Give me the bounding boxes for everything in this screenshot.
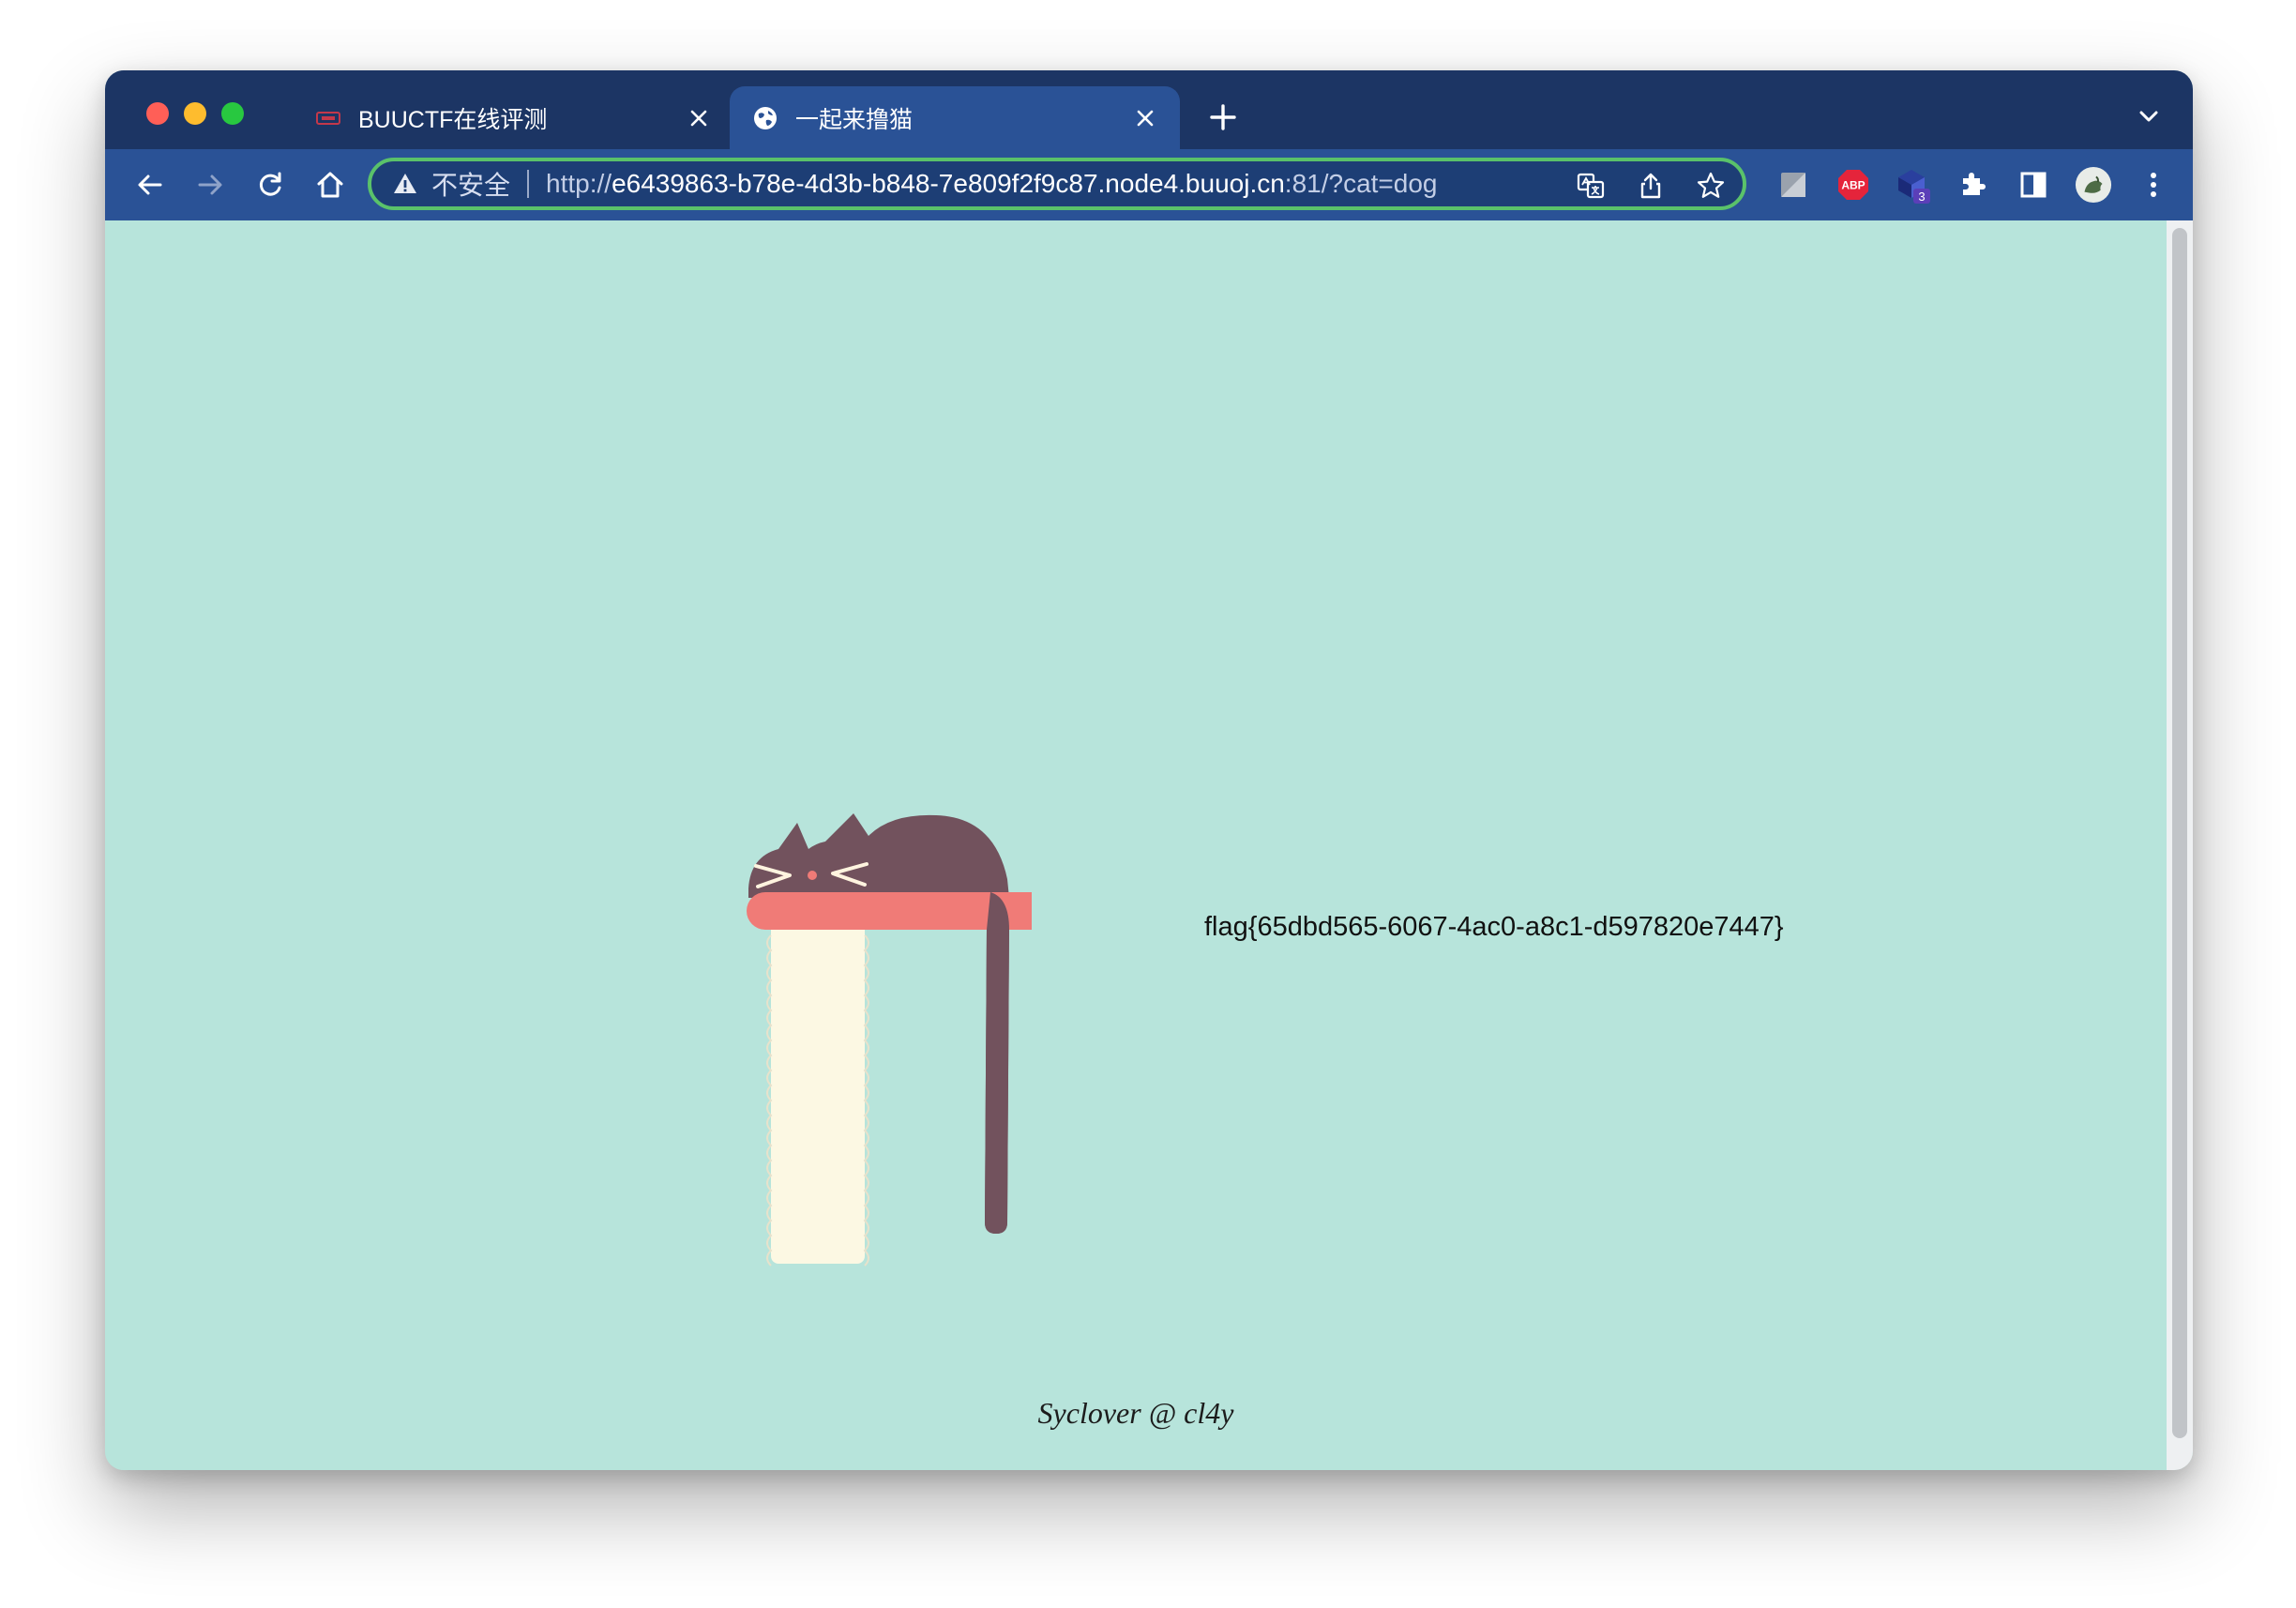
close-tab-icon[interactable] <box>1131 104 1159 132</box>
close-window-button[interactable] <box>146 102 169 125</box>
page-viewport: flag{65dbd565-6067-4ac0-a8c1-d597820e744… <box>105 220 2167 1470</box>
side-panel-icon[interactable] <box>2015 166 2052 204</box>
url-text[interactable]: http://e6439863-b78e-4d3b-b848-7e809f2f9… <box>546 169 1437 199</box>
extension-cube-icon[interactable]: 3 <box>1895 166 1932 204</box>
warning-triangle-icon[interactable] <box>392 171 418 197</box>
forward-arrow-icon[interactable] <box>191 166 229 204</box>
tab-title: 一起来撸猫 <box>795 106 914 133</box>
minimize-window-button[interactable] <box>184 102 206 125</box>
back-arrow-icon[interactable] <box>131 166 169 204</box>
extensions-puzzle-icon[interactable] <box>1955 166 1992 204</box>
close-tab-icon[interactable] <box>685 104 713 132</box>
maximize-window-button[interactable] <box>221 102 244 125</box>
scratching-post <box>766 922 869 1267</box>
tab-title: BUUCTF在线评测 <box>358 106 548 133</box>
browser-menu-icon[interactable] <box>2135 166 2172 204</box>
sleeping-cat-illustration <box>747 813 1032 1267</box>
address-bar[interactable]: 不安全 http://e6439863-b78e-4d3b-b848-7e809… <box>368 158 1746 210</box>
security-status-label[interactable]: 不安全 <box>431 165 510 203</box>
abp-label: ABP <box>1841 179 1865 192</box>
extension-badge-count: 3 <box>1918 190 1925 204</box>
omnibox-actions <box>1574 169 1728 203</box>
buuctf-logo-icon <box>315 105 341 131</box>
omnibox-divider <box>527 170 530 198</box>
translate-icon[interactable] <box>1574 169 1608 203</box>
tab-search-chevron-down-icon[interactable] <box>2133 100 2165 132</box>
url-scheme: http:// <box>546 169 612 198</box>
footer-credit: Syclover @ cl4y <box>1037 1396 1234 1430</box>
bookmark-star-icon[interactable] <box>1694 169 1728 203</box>
browser-toolbar: 不安全 http://e6439863-b78e-4d3b-b848-7e809… <box>105 149 2193 220</box>
scrollbar-thumb[interactable] <box>2172 228 2187 1438</box>
reload-icon[interactable] <box>251 166 289 204</box>
cat-tail <box>985 892 1009 1234</box>
extension-gray-square-icon[interactable] <box>1775 166 1812 204</box>
profile-avatar[interactable] <box>2075 166 2112 204</box>
home-icon[interactable] <box>311 166 349 204</box>
url-host: e6439863-b78e-4d3b-b848-7e809f2f9c87.nod… <box>612 169 1285 198</box>
adblock-plus-icon[interactable]: ABP <box>1835 166 1872 204</box>
page-scrollbar[interactable] <box>2167 220 2193 1470</box>
share-icon[interactable] <box>1634 169 1668 203</box>
browser-window: BUUCTF在线评测 一起来撸猫 不安全 http://e6439863-b78… <box>105 70 2193 1470</box>
globe-icon <box>752 105 778 131</box>
url-port-query: :81/?cat=dog <box>1284 169 1438 198</box>
tab-buuctf[interactable]: BUUCTF在线评测 <box>293 86 733 149</box>
flag-text: flag{65dbd565-6067-4ac0-a8c1-d597820e744… <box>1204 912 1784 942</box>
new-tab-button[interactable] <box>1204 99 1242 136</box>
tab-cat-page[interactable]: 一起来撸猫 <box>730 86 1180 149</box>
tab-strip: BUUCTF在线评测 一起来撸猫 <box>105 70 2193 149</box>
